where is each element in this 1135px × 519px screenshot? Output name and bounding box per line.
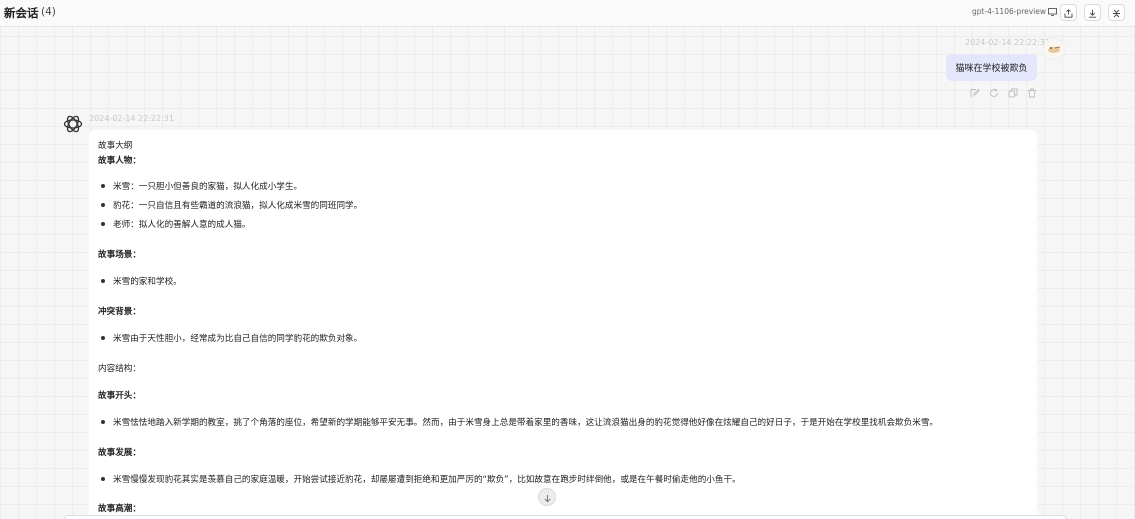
edit-icon[interactable] (969, 87, 981, 99)
model-selector[interactable]: gpt-4-1106-preview (972, 7, 1057, 16)
delete-icon[interactable] (1026, 87, 1038, 99)
list-item: 米雪怯怯地踏入新学期的教室，挑了个角落的座位，希望新的学期能够平安无事。然而，由… (101, 416, 938, 428)
message-actions (969, 87, 1038, 99)
section-heading-scene: 故事场景： (98, 250, 141, 260)
download-icon (1088, 3, 1097, 22)
top-bar: 新会话 (4) gpt-4-1106-preview (0, 0, 1135, 27)
section-heading-development: 故事发展： (98, 448, 141, 458)
list-item: 米雪由于天性胆小，经常成为比自己自信的同学豹花的欺负对象。 (101, 332, 362, 344)
list-item: 米雪慢慢发现豹花其实是羡慕自己的家庭温暖，开始尝试接近豹花，却屡屡遭到拒绝和更加… (101, 473, 741, 485)
section-heading-structure: 内容结构： (98, 364, 141, 374)
outline-heading: 故事大纲 (98, 141, 133, 151)
conversation-title: 新会话 (4, 6, 39, 20)
bot-message-timestamp: 2024-02-14 22:22:31 (89, 114, 174, 123)
refresh-icon[interactable] (988, 87, 1000, 99)
user-message-text: 猫咪在学校被欺负 (955, 64, 1028, 74)
scroll-to-bottom-button[interactable] (538, 488, 556, 506)
section-heading-conflict: 冲突背景： (98, 307, 141, 317)
bot-message-bubble: 故事大纲 故事人物： 米雪：一只胆小但善良的家猫，拟人化成小学生。 豹花：一只自… (89, 130, 1037, 519)
chat-input[interactable] (64, 515, 1067, 519)
arrow-down-icon (543, 488, 552, 507)
user-message-bubble: 猫咪在学校被欺负 (946, 54, 1037, 81)
share-icon (1064, 3, 1073, 22)
openai-logo-icon (62, 113, 84, 135)
collapse-icon (1112, 3, 1121, 22)
list-item: 米雪的家和学校。 (101, 275, 182, 287)
section-heading-opening: 故事开头： (98, 391, 141, 401)
copy-icon[interactable] (1007, 87, 1019, 99)
avatar (1043, 38, 1065, 60)
user-message-timestamp: 2024-02-14 22:22:31 (965, 38, 1050, 47)
collapse-button[interactable] (1108, 4, 1125, 21)
message-count: (4) (41, 6, 56, 18)
monitor-icon (1048, 7, 1057, 16)
list-item: 豹花：一只自信且有些霸道的流浪猫，拟人化成米雪的同班同学。 (101, 199, 362, 211)
section-heading-characters: 故事人物： (98, 156, 141, 166)
share-button[interactable] (1060, 4, 1077, 21)
list-item: 米雪：一只胆小但善良的家猫，拟人化成小学生。 (101, 180, 302, 192)
download-button[interactable] (1084, 4, 1101, 21)
model-name: gpt-4-1106-preview (972, 7, 1047, 16)
list-item: 老师：拟人化的善解人意的成人猫。 (101, 218, 251, 230)
section-heading-climax: 故事高潮： (98, 504, 141, 514)
